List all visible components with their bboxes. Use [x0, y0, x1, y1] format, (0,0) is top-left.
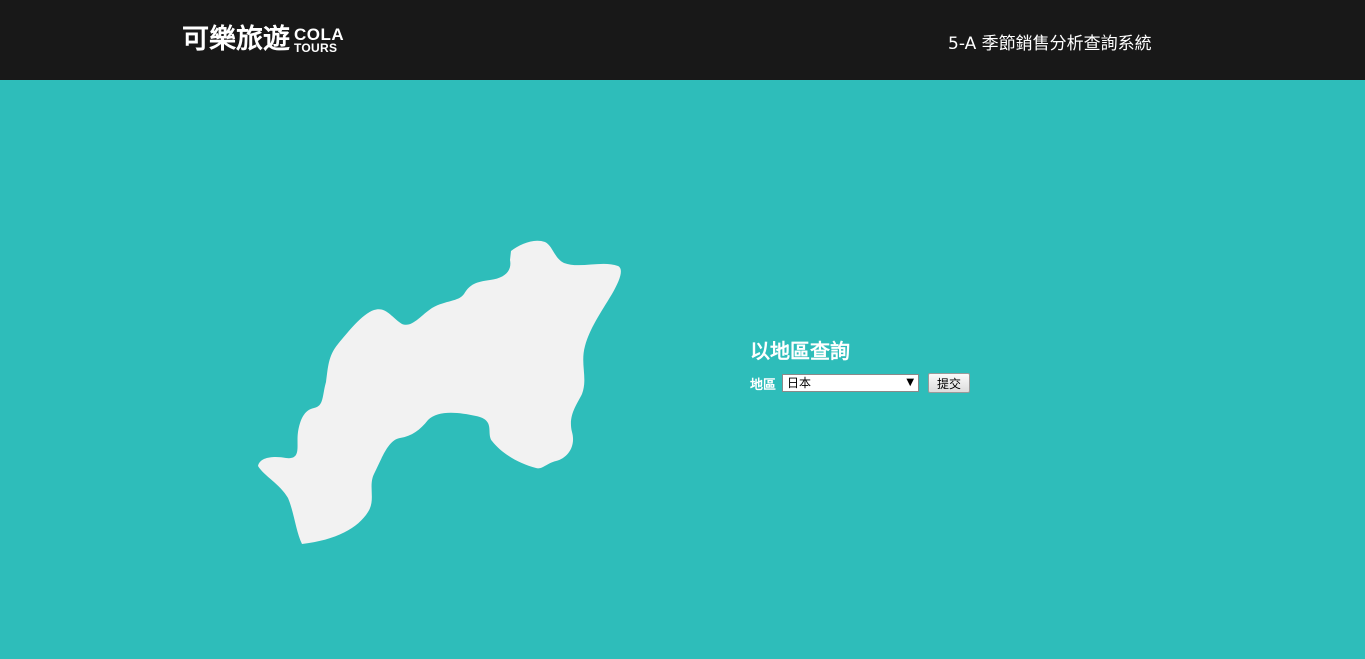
logo-text-cn: 可樂旅遊 [182, 24, 290, 55]
region-select[interactable]: 日本 ▼ [782, 374, 920, 392]
system-title: 5-A 季節銷售分析查詢系統 [948, 34, 1152, 54]
top-header-bar: 可樂旅遊 COLA TOURS 5-A 季節銷售分析查詢系統 [0, 0, 1365, 80]
region-map-illustration [250, 236, 630, 552]
dropdown-arrow-icon: ▼ [906, 377, 915, 388]
submit-button[interactable]: 提交 [928, 373, 971, 393]
region-select-value: 日本 [787, 376, 812, 390]
japan-map-shape [258, 240, 621, 544]
region-query-panel: 以地區查詢 地區 日本 ▼ 提交 [750, 337, 971, 394]
query-heading: 以地區查詢 [750, 339, 850, 363]
region-query-form: 地區 日本 ▼ 提交 [750, 372, 971, 394]
logo-text-en: COLA TOURS [294, 26, 344, 54]
logo-text-en-bottom: TOURS [294, 41, 338, 55]
region-label: 地區 [750, 377, 777, 393]
cola-tours-logo[interactable]: 可樂旅遊 COLA TOURS [182, 22, 344, 58]
